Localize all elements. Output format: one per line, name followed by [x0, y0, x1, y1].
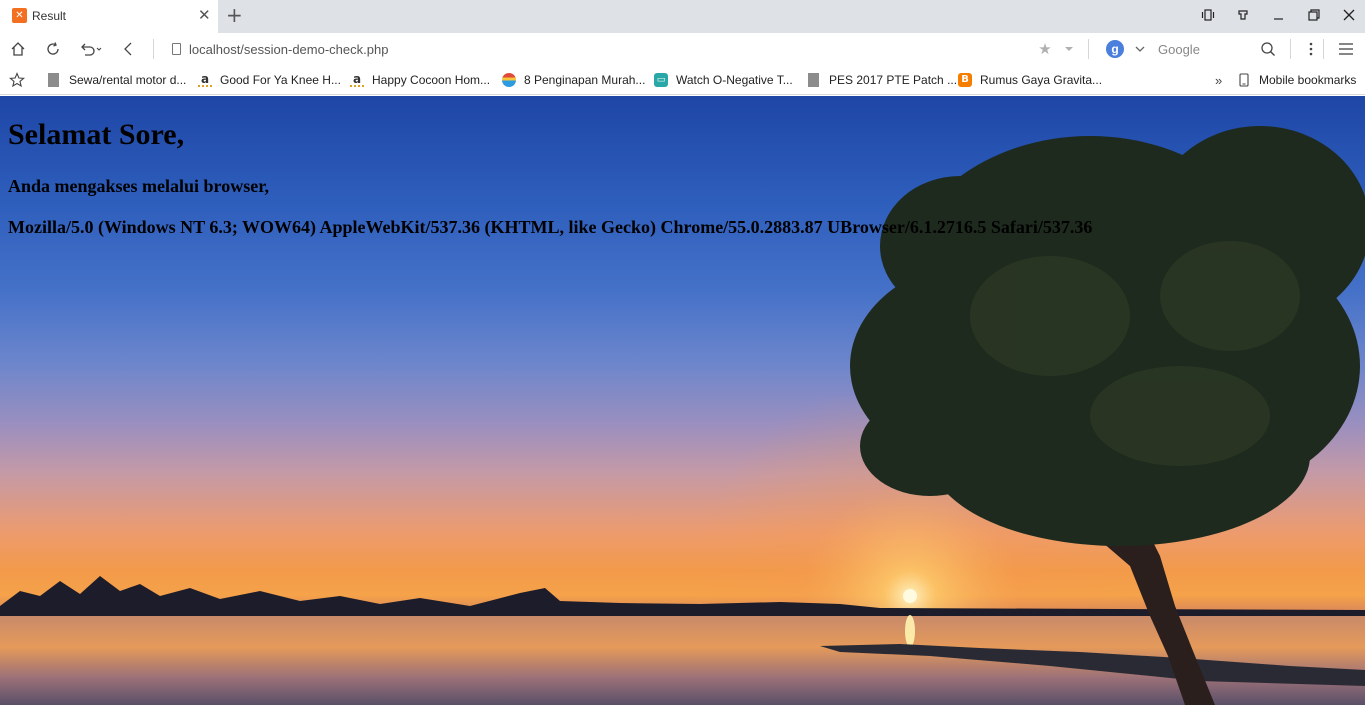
mobile-bookmarks-folder[interactable]: Mobile bookmarks	[1237, 72, 1356, 88]
menu-icon[interactable]	[1337, 40, 1355, 58]
address-bar[interactable]: localhost/session-demo-check.php	[189, 42, 388, 57]
bookmark-label: Good For Ya Knee H...	[220, 73, 341, 87]
bookmark-item[interactable]: Sewa/rental motor d...	[46, 72, 186, 88]
toolbar-divider	[153, 39, 154, 59]
tab-strip: ✕ Result ✕ +	[0, 0, 1365, 33]
bookmarks-overflow-button[interactable]: »	[1215, 72, 1222, 88]
page-greeting: Selamat Sore,	[8, 118, 185, 151]
toolbar-divider	[1088, 39, 1089, 59]
bookmark-star-icon[interactable]: ★	[1036, 40, 1054, 58]
bookmark-item[interactable]: B Rumus Gaya Gravita...	[958, 72, 1102, 88]
bookmark-label: Sewa/rental motor d...	[69, 73, 187, 87]
toolbar-divider	[1290, 39, 1291, 59]
extension-icon[interactable]	[1236, 8, 1250, 27]
bookmark-label: 8 Penginapan Murah...	[524, 73, 646, 87]
undo-close-icon[interactable]	[79, 40, 105, 58]
back-icon[interactable]	[119, 40, 137, 58]
greeting-content: Selamat Sore, Anda mengakses melalui bro…	[8, 96, 1092, 238]
bookmarks-bar: Sewa/rental motor d... a Good For Ya Kne…	[0, 65, 1365, 95]
bookmark-item[interactable]: 8 Penginapan Murah...	[502, 72, 645, 88]
bookmark-item[interactable]: ▭ Watch O-Negative T...	[654, 72, 793, 88]
toolbar-divider	[1323, 39, 1324, 59]
bookmark-label: Happy Cocoon Hom...	[372, 73, 491, 87]
blogger-icon: B	[958, 73, 972, 87]
reload-icon[interactable]	[44, 40, 62, 58]
mobile-bookmarks-label: Mobile bookmarks	[1259, 73, 1357, 87]
bookmark-label: PES 2017 PTE Patch ...	[829, 73, 958, 87]
tab-title: Result	[32, 9, 67, 23]
xampp-icon: ✕	[12, 8, 27, 23]
user-agent-text: Mozilla/5.0 (Windows NT 6.3; WOW64) Appl…	[8, 217, 1093, 237]
bookmark-dropdown-icon[interactable]	[1060, 40, 1078, 58]
travel-icon	[502, 73, 516, 87]
page-content: Selamat Sore, Anda mengakses melalui bro…	[0, 96, 1365, 705]
bookmark-label: Rumus Gaya Gravita...	[980, 73, 1103, 87]
search-engine-icon[interactable]: g	[1106, 40, 1124, 58]
navigation-toolbar: localhost/session-demo-check.php ★ g Goo…	[0, 33, 1365, 65]
new-tab-icon[interactable]: +	[226, 4, 243, 26]
bookmark-item[interactable]: a Happy Cocoon Hom...	[350, 72, 490, 88]
close-icon[interactable]	[1342, 8, 1356, 27]
bookmark-item[interactable]: a Good For Ya Knee H...	[198, 72, 341, 88]
minimize-icon[interactable]	[1272, 8, 1286, 27]
home-icon[interactable]	[9, 40, 27, 58]
mobile-device-icon	[1237, 73, 1251, 87]
tablet-mode-icon[interactable]	[1201, 8, 1215, 27]
tv-icon: ▭	[654, 73, 668, 87]
bookmarks-star-icon[interactable]	[8, 71, 26, 89]
bookmark-item[interactable]: PES 2017 PTE Patch ...	[806, 72, 957, 88]
page-icon	[808, 73, 819, 87]
restore-icon[interactable]	[1307, 8, 1321, 27]
search-input[interactable]: Google	[1158, 42, 1200, 57]
close-tab-icon[interactable]: ✕	[198, 7, 211, 23]
page-icon	[48, 73, 59, 87]
amazon-icon: a	[350, 73, 364, 87]
amazon-icon: a	[198, 73, 212, 87]
browser-intro-text: Anda mengakses melalui browser,	[8, 176, 270, 196]
more-options-icon[interactable]	[1302, 40, 1320, 58]
bookmark-label: Watch O-Negative T...	[676, 73, 793, 87]
chevron-down-icon[interactable]	[1131, 40, 1149, 58]
tab-result[interactable]: ✕ Result ✕	[0, 0, 218, 33]
page-info-icon[interactable]	[172, 43, 181, 55]
search-icon[interactable]	[1259, 40, 1277, 58]
